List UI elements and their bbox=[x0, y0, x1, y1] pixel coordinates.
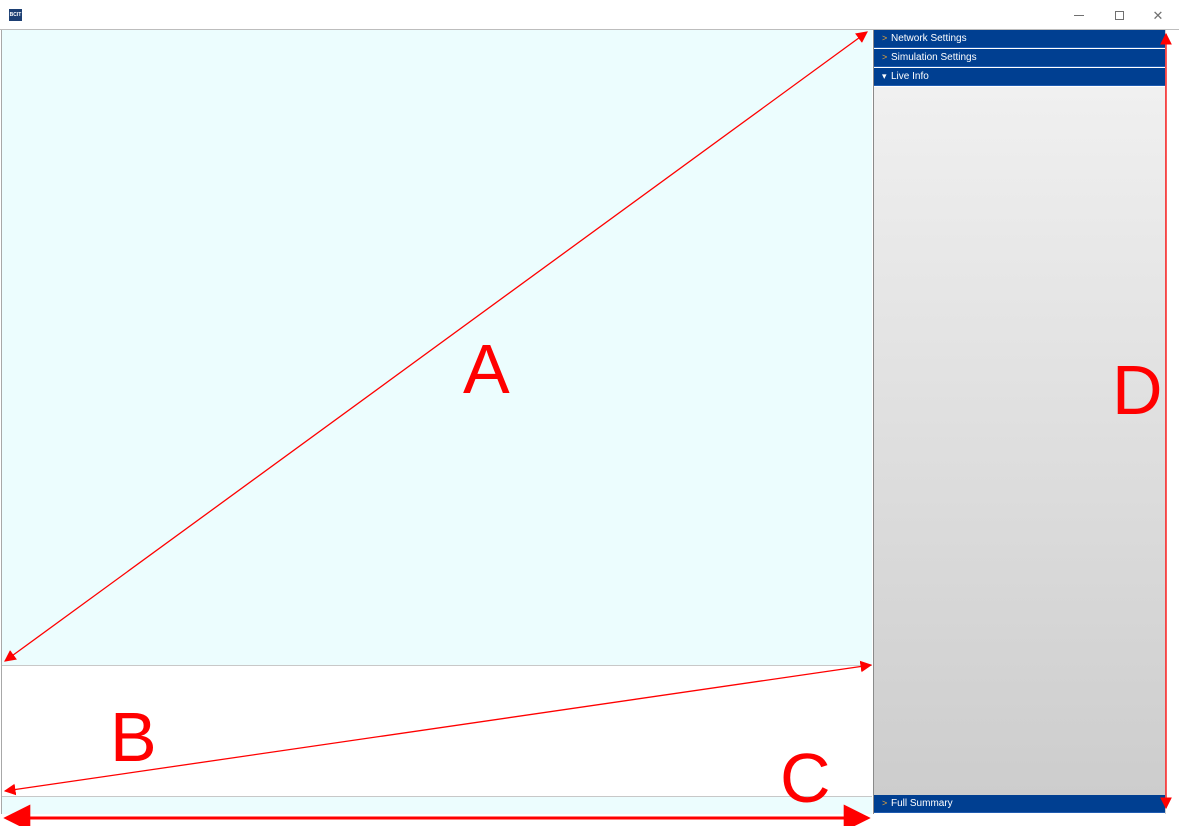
app-logo-icon: BCIT bbox=[9, 9, 22, 21]
annotation-label-a: A bbox=[463, 330, 510, 408]
chevron-down-icon: ▾ bbox=[882, 71, 887, 81]
close-icon: ✕ bbox=[1152, 7, 1164, 23]
minimize-button[interactable] bbox=[1059, 0, 1099, 30]
annotation-label-c: C bbox=[780, 739, 831, 817]
live-info-panel bbox=[874, 87, 1165, 795]
close-button[interactable]: ✕ bbox=[1138, 0, 1178, 30]
title-bar[interactable]: BCIT ✕ bbox=[0, 0, 1179, 30]
network-canvas[interactable] bbox=[2, 30, 872, 666]
section-label: Simulation Settings bbox=[891, 52, 977, 63]
annotation-label-d: D bbox=[1112, 351, 1163, 429]
window-right-edge bbox=[1165, 30, 1179, 814]
chevron-right-icon: > bbox=[882, 52, 888, 62]
minimize-icon bbox=[1074, 14, 1084, 16]
maximize-icon bbox=[1114, 10, 1124, 20]
maximize-button[interactable] bbox=[1099, 0, 1139, 30]
section-label: Live Info bbox=[891, 71, 929, 82]
section-label: Network Settings bbox=[891, 33, 967, 44]
section-network-settings[interactable]: > Network Settings bbox=[874, 30, 1165, 48]
section-label: Full Summary bbox=[891, 798, 953, 809]
status-strip bbox=[2, 796, 872, 814]
chevron-right-icon: > bbox=[882, 798, 888, 808]
section-full-summary[interactable]: > Full Summary bbox=[874, 795, 1165, 813]
annotation-label-b: B bbox=[110, 698, 157, 776]
section-live-info[interactable]: ▾ Live Info bbox=[874, 68, 1165, 86]
chevron-right-icon: > bbox=[882, 33, 888, 43]
app-window: BCIT ✕ > Network Settings > Simulation Set… bbox=[0, 0, 1179, 826]
section-simulation-settings[interactable]: > Simulation Settings bbox=[874, 49, 1165, 67]
